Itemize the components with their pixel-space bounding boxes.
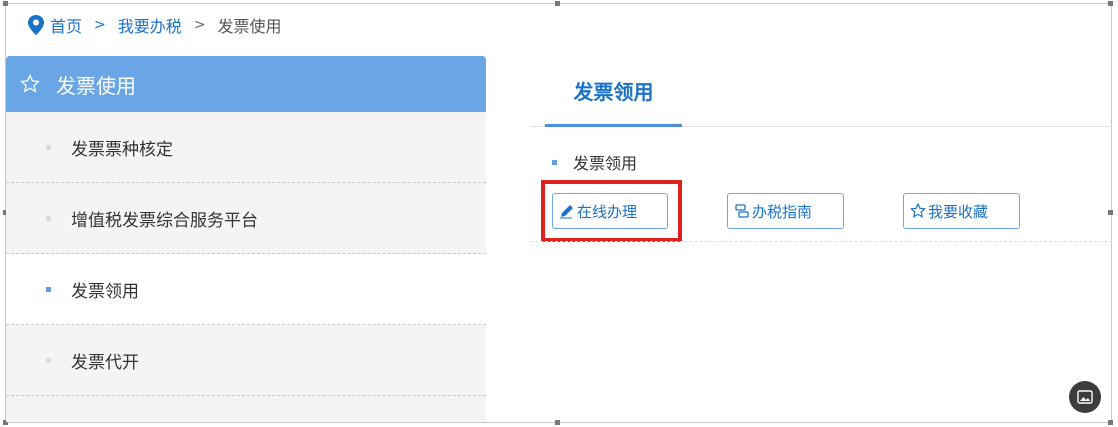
sidebar-item-label: 发票代开 bbox=[71, 352, 139, 373]
resize-handle[interactable] bbox=[1108, 420, 1113, 425]
breadcrumb: 首页 > 我要办税 > 发票使用 bbox=[28, 12, 282, 38]
bullet-icon bbox=[46, 144, 51, 150]
tax-guide-button[interactable]: 办税指南 bbox=[727, 193, 844, 229]
bullet-icon bbox=[46, 286, 51, 292]
divider bbox=[530, 241, 1112, 242]
breadcrumb-home[interactable]: 首页 bbox=[50, 13, 82, 37]
image-icon[interactable] bbox=[1069, 381, 1101, 413]
sidebar-item-invoice-issuing[interactable]: 发票代开 bbox=[6, 325, 486, 396]
sidebar-item-vat-service-platform[interactable]: 增值税发票综合服务平台 bbox=[6, 183, 486, 254]
add-favorite-label: 我要收藏 bbox=[928, 202, 989, 221]
tab-invoice-collection[interactable]: 发票领用 bbox=[545, 56, 682, 127]
location-pin-icon bbox=[28, 15, 44, 35]
sidebar-item-invoice-collection[interactable]: 发票领用 bbox=[6, 254, 486, 325]
breadcrumb-separator: > bbox=[193, 17, 206, 33]
add-favorite-button[interactable]: 我要收藏 bbox=[903, 193, 1020, 229]
star-icon bbox=[910, 203, 926, 218]
resize-handle[interactable] bbox=[1108, 210, 1113, 215]
resize-handle[interactable] bbox=[1108, 1, 1113, 6]
bullet-icon bbox=[46, 357, 51, 363]
guide-icon bbox=[735, 204, 749, 218]
tax-guide-label: 办税指南 bbox=[752, 202, 813, 221]
section-title: 发票领用 bbox=[552, 150, 637, 174]
resize-handle[interactable] bbox=[555, 420, 560, 425]
resize-handle[interactable] bbox=[3, 1, 8, 6]
tab-bar: 发票领用 bbox=[530, 56, 1112, 127]
resize-handle[interactable] bbox=[555, 1, 560, 6]
sidebar-item-label: 发票票种核定 bbox=[71, 139, 173, 160]
sidebar-header[interactable]: 发票使用 bbox=[6, 56, 486, 112]
breadcrumb-tax-service[interactable]: 我要办税 bbox=[118, 13, 182, 37]
star-outline-icon bbox=[20, 74, 40, 93]
sidebar-header-label: 发票使用 bbox=[56, 73, 136, 98]
sidebar-item-ticket-type-approval[interactable]: 发票票种核定 bbox=[6, 112, 486, 183]
bullet-icon bbox=[46, 215, 51, 221]
sidebar-item-label: 增值税发票综合服务平台 bbox=[71, 210, 258, 231]
highlight-box bbox=[541, 180, 682, 242]
sidebar: 发票使用 发票票种核定 增值税发票综合服务平台 发票领用 发票代开 bbox=[6, 56, 486, 422]
breadcrumb-separator: > bbox=[94, 17, 106, 33]
breadcrumb-current: 发票使用 bbox=[217, 17, 282, 36]
section-title-label: 发票领用 bbox=[573, 154, 638, 173]
sidebar-item-label: 发票领用 bbox=[71, 281, 139, 302]
bullet-icon bbox=[552, 159, 557, 165]
